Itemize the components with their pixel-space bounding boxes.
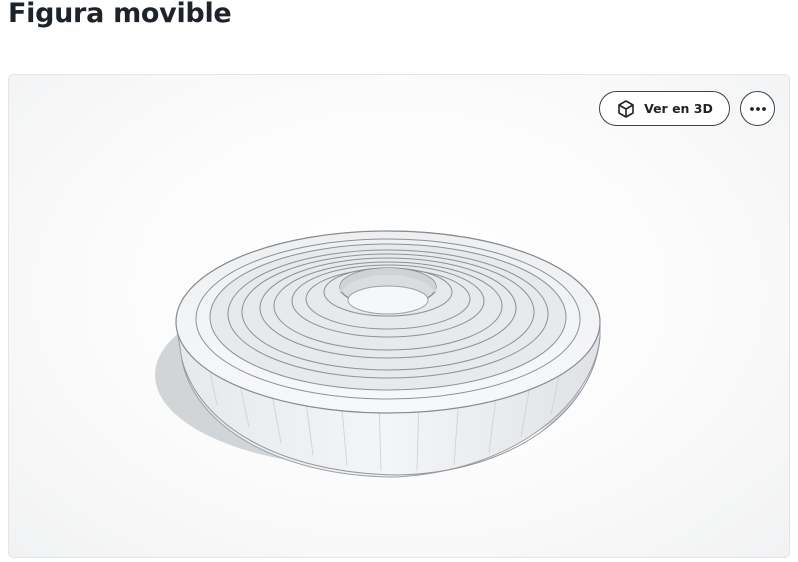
model-viewer[interactable]: Ver en 3D xyxy=(8,74,790,558)
view-3d-label: Ver en 3D xyxy=(644,101,713,116)
center-hole-opening xyxy=(347,285,429,315)
cube-icon xyxy=(618,99,634,118)
model-render[interactable] xyxy=(9,75,790,558)
view-3d-button[interactable]: Ver en 3D xyxy=(599,91,730,126)
more-options-button[interactable] xyxy=(740,91,775,126)
more-options-icon xyxy=(749,106,766,111)
page-title: Figura movible xyxy=(8,0,232,29)
